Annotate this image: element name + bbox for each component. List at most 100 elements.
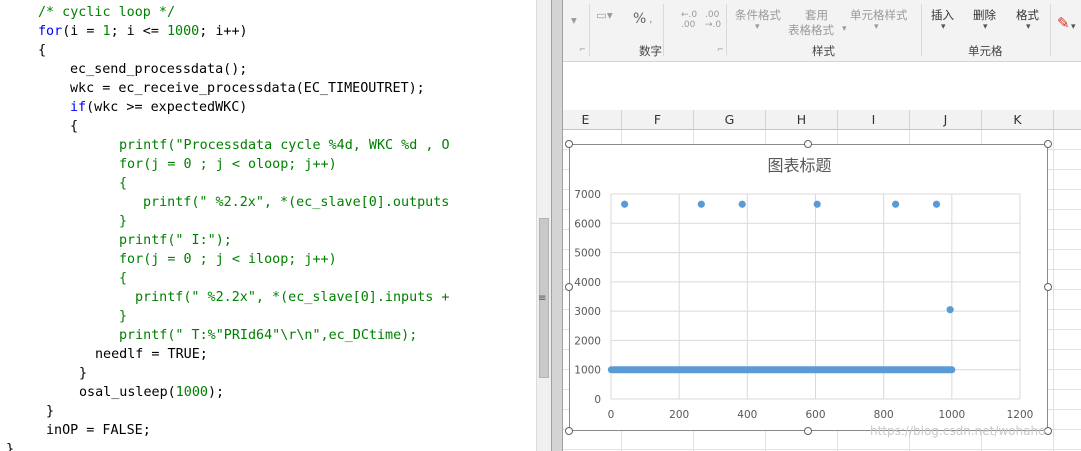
x-tick-label: 800 (874, 409, 894, 421)
column-header-i[interactable]: I (838, 110, 910, 129)
y-tick-label: 5000 (574, 248, 601, 260)
code-token: } (46, 404, 55, 419)
code-line: } (6, 440, 14, 451)
code-token: "Processdata cycle %4d, WKC %d , O (175, 138, 450, 153)
code-token: printf(" I:"); (119, 233, 232, 248)
chevron-down-icon[interactable]: ▾ (842, 24, 847, 34)
number-group-label: 数字 (639, 44, 662, 58)
data-point (932, 200, 941, 208)
cells-group-label: 单元格 (968, 44, 1003, 58)
accounting-format-icon[interactable]: ▭▾ (596, 8, 613, 22)
column-header-g[interactable]: G (694, 110, 766, 129)
y-tick-label: 6000 (574, 218, 601, 230)
code-token: (wkc >= expectedWKC) (86, 100, 248, 115)
code-line: printf(" I:"); (119, 231, 232, 250)
code-token: for (119, 157, 144, 172)
code-token: ; i <= (110, 24, 167, 39)
chevron-down-icon[interactable]: ▾ (983, 22, 988, 32)
format-button[interactable]: 格式 (1016, 7, 1039, 23)
code-token: printf(" %2.2x", *(ec_slave[0].outputs (143, 195, 450, 210)
code-token: { (119, 176, 128, 191)
code-token: (j = 0 ; j < iloop; j++) (143, 252, 337, 267)
code-token: (j = 0 ; j < oloop; j++) (143, 157, 337, 172)
x-tick-label: 1200 (1007, 409, 1034, 421)
code-line: printf("Processdata cycle %4d, WKC %d , … (119, 136, 450, 155)
code-line: } (119, 307, 127, 326)
code-token: 1000 (175, 385, 208, 400)
column-header-l[interactable]: L (1054, 110, 1081, 129)
code-line: ec_send_processdata(); (70, 60, 247, 79)
column-header-row: EFGHIJKL (563, 110, 1081, 130)
code-line: if(wkc >= expectedWKC) (70, 98, 247, 117)
column-header-f[interactable]: F (622, 110, 694, 129)
code-token: ); (208, 385, 225, 400)
x-tick-label: 400 (737, 409, 757, 421)
code-token: osal_usleep( (79, 385, 176, 400)
styles-group-label: 样式 (812, 44, 835, 58)
splitter-grip-icon[interactable]: ≡ (538, 293, 546, 304)
chevron-down-icon[interactable]: ▾ (1071, 22, 1076, 32)
x-tick-label: 200 (669, 409, 689, 421)
data-point (697, 200, 705, 208)
code-line: } (79, 364, 87, 383)
chevron-down-icon[interactable]: ▾ (1026, 22, 1031, 32)
y-tick-label: 2000 (574, 335, 601, 347)
chevron-down-icon[interactable]: ▾ (571, 13, 577, 27)
code-token: } (6, 442, 15, 451)
x-tick-label: 600 (805, 409, 825, 421)
dialog-launcher-icon[interactable]: ⌐ (717, 45, 724, 54)
code-line: } (46, 402, 54, 421)
format-as-table-line1[interactable]: 套用 (805, 7, 828, 23)
column-header-h[interactable]: H (766, 110, 838, 129)
code-token: ; i++) (199, 24, 248, 39)
chevron-down-icon[interactable]: ▾ (941, 22, 946, 32)
code-token: { (119, 271, 128, 286)
data-point (813, 200, 821, 208)
dialog-launcher-icon[interactable]: ⌐ (579, 45, 586, 54)
y-tick-label: 4000 (574, 277, 601, 289)
code-token: printf( (119, 138, 176, 153)
code-token: if (70, 100, 87, 115)
code-line: { (119, 269, 127, 288)
column-header-e[interactable]: E (563, 110, 622, 129)
pane-divider[interactable] (551, 0, 563, 451)
column-header-j[interactable]: J (910, 110, 982, 129)
format-as-table-button[interactable]: 表格格式 (788, 22, 834, 38)
decrease-decimal-button[interactable]: .00 →.0 (705, 10, 725, 30)
x-tick-label: 0 (608, 409, 615, 421)
eraser-icon[interactable]: ✎ (1057, 14, 1070, 32)
ribbon: ▾ ▭▾ % , ←.0 .00 .00 →.0 数字 ⌐ ⌐ 条件格式 ▾ 套… (563, 0, 1081, 62)
code-line: printf(" %2.2x", *(ec_slave[0].inputs + (135, 288, 449, 307)
data-point (738, 200, 746, 208)
comma-style-icon[interactable]: , (649, 11, 653, 25)
code-token: /* cyclic loop */ (38, 5, 176, 20)
conditional-format-button[interactable]: 条件格式 (735, 7, 781, 23)
chevron-down-icon[interactable]: ▾ (874, 22, 879, 32)
delete-button[interactable]: 删除 (973, 7, 996, 23)
code-line: for(i = 1; i <= 1000; i++) (38, 22, 248, 41)
insert-button[interactable]: 插入 (931, 7, 954, 23)
chart-title: 图表标题 (767, 156, 831, 175)
increase-decimal-button[interactable]: ←.0 .00 (681, 10, 701, 30)
code-line: } (119, 212, 127, 231)
code-token: wkc = ec_receive_processdata(EC_TIMEOUTR… (70, 81, 425, 96)
code-token: } (119, 309, 128, 324)
formula-bar-area (563, 62, 1081, 111)
data-point (946, 306, 954, 314)
column-header-k[interactable]: K (982, 110, 1054, 129)
code-token: ec_send_processdata(); (70, 62, 248, 77)
code-line: for(j = 0 ; j < oloop; j++) (119, 155, 337, 174)
code-token: for (38, 24, 63, 39)
code-token: 1000 (167, 24, 200, 39)
code-line: printf(" T:%"PRId64"\r\n",ec_DCtime); (119, 326, 417, 345)
code-line: wkc = ec_receive_processdata(EC_TIMEOUTR… (70, 79, 425, 98)
code-token: { (38, 43, 47, 58)
code-vertical-scrollbar[interactable] (536, 0, 552, 451)
chevron-down-icon[interactable]: ▾ (755, 22, 760, 32)
watermark: https://blog.csdn.net/wohaho (870, 424, 1046, 438)
cell-styles-button[interactable]: 单元格样式 (850, 7, 908, 23)
code-editor[interactable]: /* cyclic loop */ for(i = 1; i <= 1000; i… (0, 0, 536, 451)
y-tick-label: 1000 (574, 365, 601, 377)
percent-style-button[interactable]: % (633, 11, 646, 27)
code-line: { (70, 117, 78, 136)
